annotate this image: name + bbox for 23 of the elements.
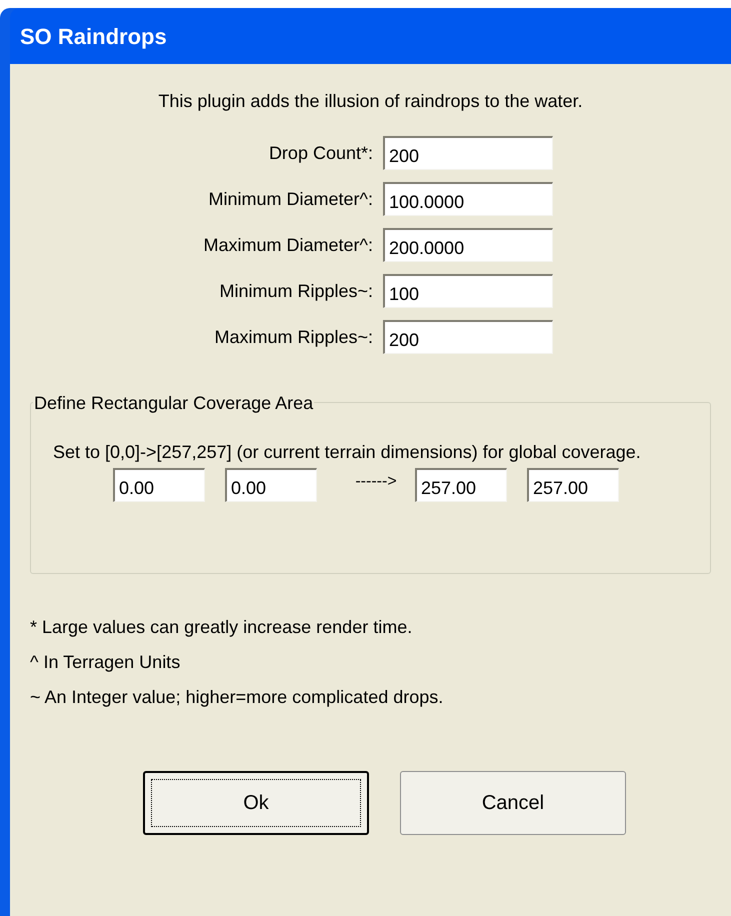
input-field[interactable]: 100.0000 xyxy=(383,182,553,216)
intro-text: This plugin adds the illusion of raindrops to the water. xyxy=(157,90,584,113)
footnote: ^ In Terragen Units xyxy=(30,651,182,674)
input-field[interactable]: 200 xyxy=(383,136,553,170)
input-field[interactable]: 0.00 xyxy=(225,468,317,502)
input-field[interactable]: 257.00 xyxy=(527,468,619,502)
input-field[interactable]: 100 xyxy=(383,274,553,308)
coverage-description: Set to [0,0]->[257,257] (or current terrain dimensions) for global coverage. xyxy=(53,441,642,464)
field-label: Drop Count*: xyxy=(268,142,374,165)
input-field[interactable]: 200 xyxy=(383,320,553,354)
input-field[interactable]: 257.00 xyxy=(415,468,507,502)
field-label: Minimum Ripples~: xyxy=(218,280,374,303)
window-title: SO Raindrops xyxy=(10,8,731,64)
field-label: Maximum Ripples~: xyxy=(213,326,374,349)
footnote: * Large values can greatly increase render time. xyxy=(30,616,414,639)
field-label: Maximum Diameter^: xyxy=(202,234,374,256)
field-label: Minimum Diameter^: xyxy=(208,188,374,210)
footnote: ~ An Integer value; higher=more complicated drops. xyxy=(30,686,444,709)
dialog-button[interactable]: Ok xyxy=(143,771,369,835)
input-field[interactable]: 0.00 xyxy=(113,468,205,502)
arrow-text: ------> xyxy=(354,472,398,492)
dialog-button[interactable]: Cancel xyxy=(400,771,626,835)
input-field[interactable]: 200.0000 xyxy=(383,228,553,262)
